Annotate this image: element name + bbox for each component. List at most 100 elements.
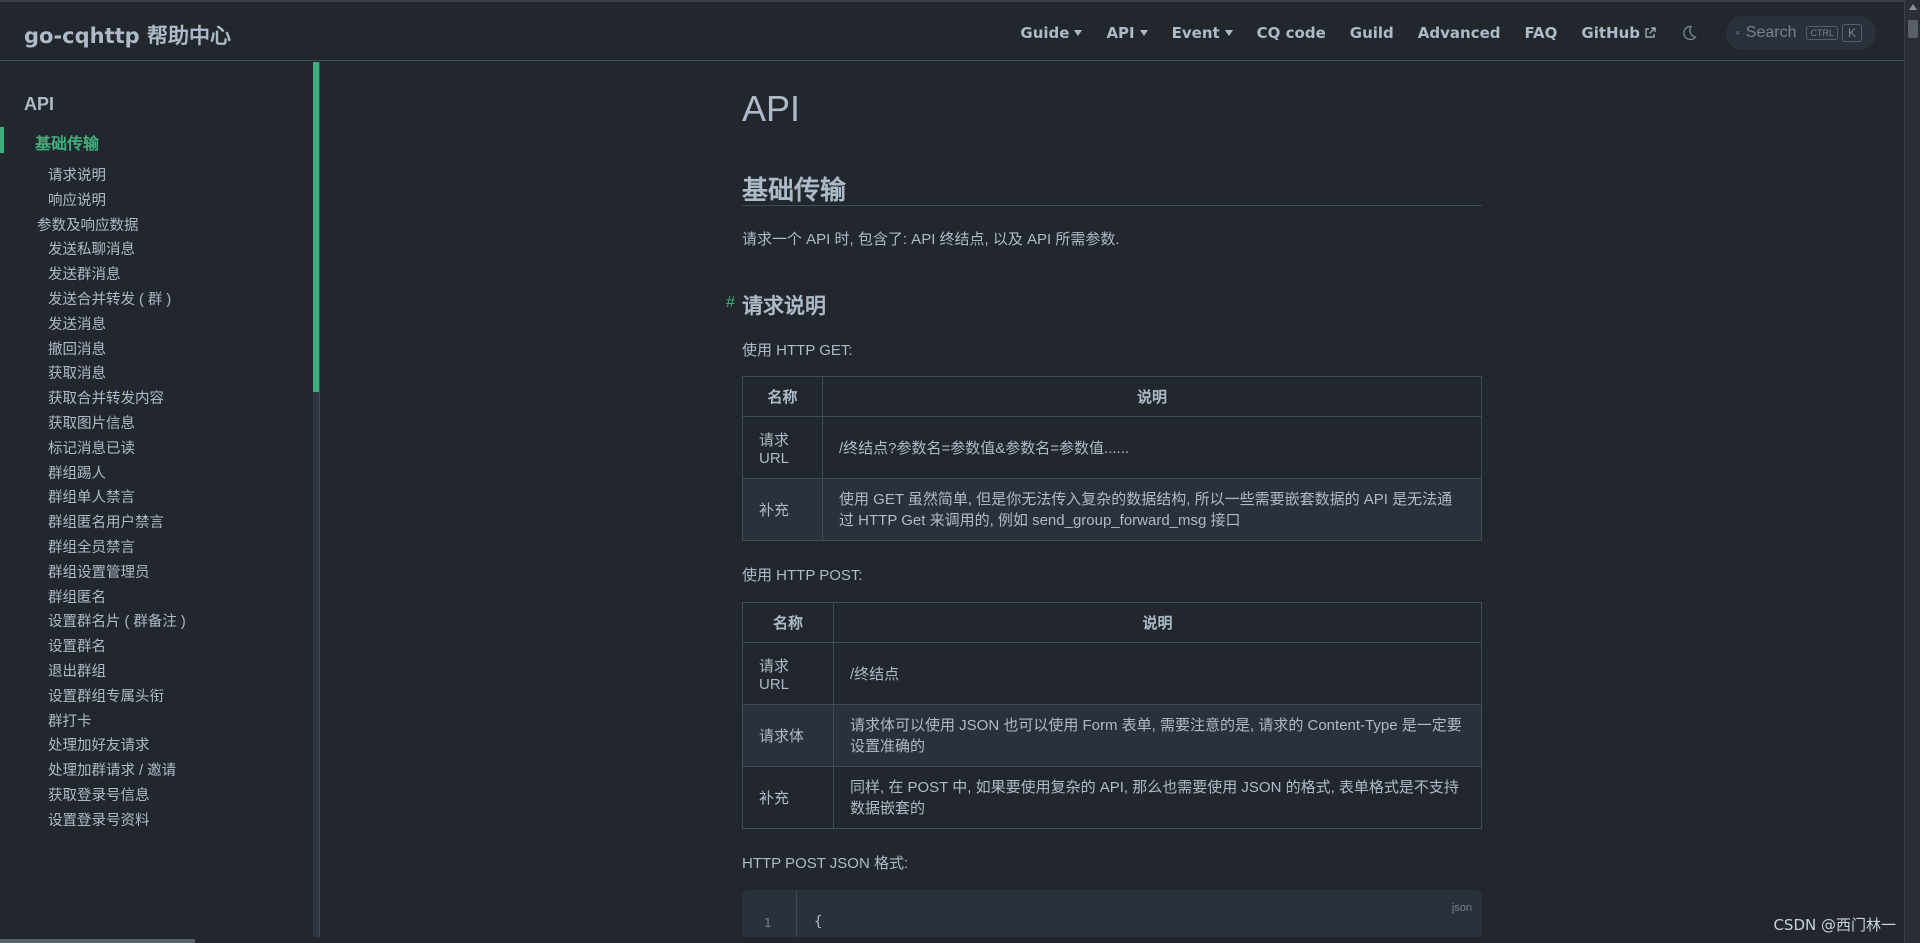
sidebar-item[interactable]: 群组匿名用户禁言 — [48, 511, 164, 532]
get-table: 名称 说明 请求 URL /终结点?参数名=参数值&参数名=参数值...... … — [742, 376, 1482, 541]
table-cell: 补充 — [742, 478, 823, 541]
code-line: { — [814, 914, 823, 930]
nav-guild-label: Guild — [1349, 23, 1394, 42]
sidebar-item[interactable]: 请求说明 — [48, 164, 106, 185]
json-label: HTTP POST JSON 格式: — [742, 855, 909, 872]
sidebar-scrollbar[interactable] — [313, 62, 319, 943]
sidebar-item[interactable]: 群组踢人 — [48, 462, 106, 483]
search-placeholder: Search — [1745, 23, 1797, 41]
nav-advanced-label: Advanced — [1417, 23, 1501, 42]
sidebar-heading[interactable]: API — [24, 94, 54, 115]
sidebar-item[interactable]: 群打卡 — [48, 710, 92, 731]
sidebar-item[interactable]: 群组匿名 — [48, 586, 106, 607]
nav-cq-code-label: CQ code — [1256, 23, 1326, 42]
page-scroll-thumb[interactable] — [1908, 20, 1918, 38]
table-row: 补充 使用 GET 虽然简单, 但是你无法传入复杂的数据结构, 所以一些需要嵌套… — [742, 478, 1482, 541]
page-title: API — [742, 88, 801, 129]
code-language: json — [1451, 902, 1472, 914]
sidebar-item[interactable]: 群组设置管理员 — [48, 561, 150, 582]
active-indicator — [0, 127, 4, 153]
table-cell: 同样, 在 POST 中, 如果要使用复杂的 API, 那么也需要使用 JSON… — [833, 766, 1482, 829]
sidebar-item[interactable]: 处理加群请求 / 邀请 — [48, 759, 176, 780]
nav-guide-label: Guide — [1020, 23, 1070, 42]
nav-links: Guide API Event CQ code Guild Advanced F… — [1020, 2, 1904, 63]
sidebar-item[interactable]: 获取合并转发内容 — [48, 387, 164, 408]
code-block[interactable]: 1 { json — [742, 890, 1482, 943]
nav-faq[interactable]: FAQ — [1525, 24, 1558, 42]
nav-github[interactable]: GitHub — [1581, 24, 1656, 42]
sidebar-item[interactable]: 退出群组 — [48, 660, 106, 681]
nav-cq-code[interactable]: CQ code — [1257, 24, 1326, 42]
heading-divider — [742, 205, 1482, 206]
table-cell: 补充 — [742, 766, 834, 829]
table-cell: /终结点 — [833, 642, 1482, 705]
sidebar-scroll-thumb[interactable] — [313, 62, 319, 392]
sidebar-item-active[interactable]: 基础传输 — [35, 130, 99, 154]
chevron-down-icon — [1074, 29, 1083, 36]
dark-mode-toggle[interactable] — [1680, 24, 1698, 42]
nav-event[interactable]: Event — [1172, 24, 1233, 42]
sidebar-item[interactable]: 撤回消息 — [48, 338, 106, 359]
line-number: 1 — [764, 916, 772, 930]
nav-guild[interactable]: Guild — [1350, 24, 1394, 42]
kbd-k: K — [1841, 23, 1862, 42]
nav-guide[interactable]: Guide — [1020, 23, 1083, 42]
sidebar-item[interactable]: 发送消息 — [48, 313, 106, 334]
nav-event-label: Event — [1171, 23, 1220, 42]
sidebar-item[interactable]: 设置群组专属头衔 — [48, 685, 164, 706]
sidebar-item[interactable]: 获取图片信息 — [48, 412, 135, 433]
sidebar-item[interactable]: 获取登录号信息 — [48, 784, 150, 805]
table-cell: 请求体 — [742, 704, 834, 767]
sidebar-item[interactable]: 设置群名 — [48, 635, 106, 656]
external-link-icon — [1644, 26, 1656, 39]
intro-text: 请求一个 API 时, 包含了: API 终结点, 以及 API 所需参数. — [742, 231, 1120, 248]
table-header: 说明 — [833, 602, 1482, 643]
horizontal-scroll-thumb[interactable] — [0, 939, 195, 943]
subsection-heading: 请求说明 — [742, 295, 826, 318]
table-cell: /终结点?参数名=参数值&参数名=参数值...... — [822, 416, 1482, 479]
post-label: 使用 HTTP POST: — [742, 567, 863, 584]
page-scrollbar[interactable] — [1904, 0, 1920, 943]
sidebar: API 基础传输 请求说明响应说明参数及响应数据发送私聊消息 发送群消息发送合并转… — [0, 62, 320, 943]
horizontal-scrollbar[interactable] — [0, 937, 1904, 943]
nav-api-label: API — [1106, 23, 1135, 42]
scroll-up-arrow-icon[interactable] — [1909, 4, 1917, 10]
table-row: 请求 URL /终结点?参数名=参数值&参数名=参数值...... — [742, 416, 1482, 479]
search-icon — [1736, 30, 1740, 35]
anchor-link[interactable]: # — [726, 294, 735, 312]
table-cell: 请求体可以使用 JSON 也可以使用 Form 表单, 需要注意的是, 请求的 … — [833, 704, 1482, 767]
table-row: 请求 URL /终结点 — [742, 642, 1482, 705]
search-input[interactable]: Search CTRL K — [1726, 15, 1876, 50]
section-heading: 基础传输 — [742, 175, 847, 205]
table-cell: 请求 URL — [742, 642, 834, 705]
table-cell: 使用 GET 虽然简单, 但是你无法传入复杂的数据结构, 所以一些需要嵌套数据的… — [822, 478, 1482, 541]
sidebar-item[interactable]: 响应说明 — [48, 189, 106, 210]
sidebar-item[interactable]: 标记消息已读 — [48, 437, 135, 458]
table-header: 名称 — [742, 376, 823, 417]
sidebar-item[interactable]: 处理加好友请求 — [48, 734, 150, 755]
moon-icon — [1683, 25, 1697, 40]
sidebar-item[interactable]: 获取消息 — [48, 362, 106, 383]
sidebar-item[interactable]: 发送合并转发 ( 群 ) — [48, 288, 171, 309]
sidebar-item[interactable]: 群组全员禁言 — [48, 536, 135, 557]
top-navbar: go-cqhttp 帮助中心 Guide API Event CQ code G… — [0, 0, 1904, 61]
post-table: 名称 说明 请求 URL /终结点 请求体 请求体可以使用 JSON 也可以使用… — [742, 602, 1482, 829]
table-header: 名称 — [742, 602, 834, 643]
sidebar-item[interactable]: 设置群名片 ( 群备注 ) — [48, 610, 186, 631]
nav-faq-label: FAQ — [1524, 23, 1558, 42]
nav-api[interactable]: API — [1106, 23, 1148, 42]
sidebar-item[interactable]: 群组单人禁言 — [48, 486, 135, 507]
table-row: 请求体 请求体可以使用 JSON 也可以使用 Form 表单, 需要注意的是, … — [742, 704, 1482, 767]
table-header: 说明 — [822, 376, 1482, 417]
sidebar-item[interactable]: 发送私聊消息 — [48, 238, 135, 259]
kbd-ctrl: CTRL — [1806, 25, 1838, 40]
nav-advanced[interactable]: Advanced — [1418, 24, 1501, 42]
chevron-down-icon — [1224, 29, 1233, 36]
sidebar-item[interactable]: 设置登录号资料 — [48, 809, 150, 830]
get-label: 使用 HTTP GET: — [742, 342, 853, 359]
table-row: 补充 同样, 在 POST 中, 如果要使用复杂的 API, 那么也需要使用 J… — [742, 766, 1482, 829]
sidebar-item[interactable]: 参数及响应数据 — [37, 214, 139, 235]
site-title[interactable]: go-cqhttp 帮助中心 — [24, 20, 231, 50]
sidebar-item[interactable]: 发送群消息 — [48, 263, 121, 284]
chevron-down-icon — [1139, 29, 1148, 36]
